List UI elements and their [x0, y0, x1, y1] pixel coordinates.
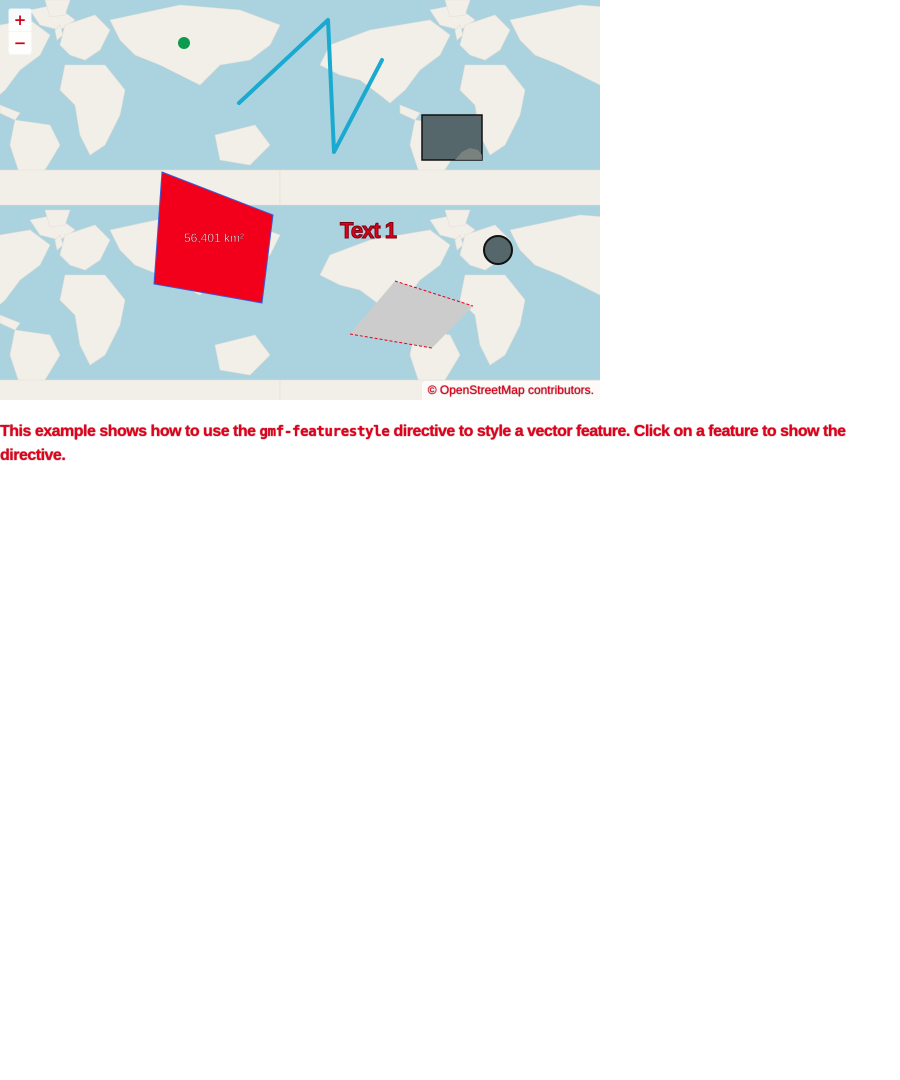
example-description: This example shows how to use the gmf-fe…: [0, 420, 880, 468]
zoom-out-button[interactable]: −: [9, 32, 31, 54]
polygon-area-label: 56,401 km²: [184, 231, 244, 245]
directive-name: gmf-featurestyle: [259, 424, 390, 440]
map-canvas[interactable]: Text 1 56,401 km²: [0, 0, 600, 400]
circle-feature[interactable]: [483, 235, 513, 265]
attribution-suffix: contributors.: [524, 383, 594, 397]
map-viewport[interactable]: Text 1 56,401 km² + − © OpenStreetMap co…: [0, 0, 600, 400]
attribution-copyright: ©: [427, 383, 440, 397]
zoom-in-button[interactable]: +: [9, 9, 31, 31]
point-feature[interactable]: [178, 37, 190, 49]
description-before: This example shows how to use the: [0, 423, 260, 440]
zoom-control: + −: [8, 8, 32, 55]
openstreetmap-link[interactable]: OpenStreetMap: [440, 383, 525, 397]
text-feature[interactable]: Text 1: [340, 218, 399, 244]
map-attribution: © OpenStreetMap contributors.: [421, 381, 600, 400]
